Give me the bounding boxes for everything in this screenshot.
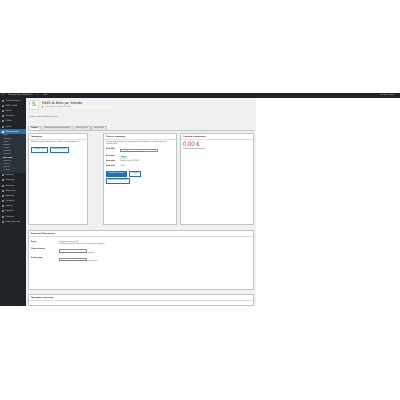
bottom-card: Προτιμήσεις αποστολής (28, 294, 254, 306)
woocommerce-submenu: Αρχική Παραγγελίες Πελάτες Αναφορές Ρυθμ… (0, 134, 26, 173)
users-icon (2, 205, 4, 208)
dashboard-icon (2, 99, 4, 102)
setting-row-enabled: Ενεργό Ενεργοποίηση αποστολής SMS Τα SMS… (31, 242, 251, 246)
balance-card: Υπόλοιπο λογαριασμού 0,00 € Φόρτωση πιστ… (180, 133, 254, 225)
status-label: Κατάσταση (106, 156, 115, 158)
setting-label: Κωδικός χώρας (31, 257, 43, 259)
payment-icon (2, 179, 4, 182)
connection-notice: Η σύνδεση με το Yuboto είναι ενεργή (42, 106, 112, 108)
date-value: Συνδέθηκε στις 12/10/2023 (120, 161, 140, 163)
status-badge: Ενεργό (120, 156, 127, 160)
setting-label: Όνομα αποστολέα (31, 249, 46, 250)
setting-desc: Προεπιλεγμένος κωδικός χώρας για τους αρ… (59, 261, 98, 263)
plugin-logo: S (29, 100, 39, 110)
setting-row-country: Κωδικός χώρας +30 Προεπιλεγμένος κωδικός… (31, 257, 251, 264)
setting-row-sender: Όνομα αποστολέα Yuboto Το όνομα αποστολέ… (31, 249, 251, 255)
media-icon (2, 115, 4, 118)
sender-label: Αποστολέας (106, 165, 116, 167)
plugin-header: S SMS Α-Μου με Yuboto Η σύνδεση με το Yu… (29, 100, 112, 110)
megaphone-icon (2, 189, 4, 192)
page-subtitle: Ρυθμίσεις αποστολής SMS μέσω Yuboto (29, 117, 58, 118)
chart-icon (2, 184, 4, 187)
save-changes-button[interactable]: Αποθήκευση αλλαγών (106, 171, 128, 177)
connect-button[interactable]: Σύνδεση Yuboto (31, 147, 49, 153)
disconnect-button[interactable]: Αποσύνδεση λογαριασμού (106, 178, 131, 184)
setting-desc: Τα SMS θα αποστέλλονται αυτόματα με την … (59, 244, 105, 245)
date-row: Ημερομηνία Συνδέθηκε στις 12/10/2023 (106, 161, 174, 163)
settings-card: Αποστολή Ειδοποιήσεων Ενεργό Ενεργοποίησ… (28, 230, 254, 290)
screen: Ⓦ Ελληνικό Site με WordPress 0 + Νέο Γει… (0, 0, 400, 400)
check-button[interactable]: Έλεγχος (129, 171, 141, 177)
charges-history-button[interactable]: Ιστορικό χρεώσεων (50, 147, 70, 153)
api-key-label: Κλειδί (API) (106, 148, 115, 150)
status-row: Κατάσταση Ενεργό (106, 156, 174, 160)
api-key-desc: Το κλειδί API του λογαριασμού Yuboto. (120, 152, 144, 154)
sms-icon (2, 104, 4, 107)
date-label: Ημερομηνία (106, 161, 116, 163)
brush-icon (2, 194, 4, 197)
collapse-icon (2, 220, 4, 223)
account-card: Ρόλο της εφαρμογής Συμπληρώστε τα στοιχε… (103, 133, 177, 225)
balance-amount: 0,00 € (183, 142, 200, 148)
bottom-card-title: Προτιμήσεις αποστολής (29, 295, 253, 301)
intro-card-text: Ελέγξτε τα στοιχεία σύνδεσης και το υπόλ… (31, 142, 80, 143)
archive-icon (2, 174, 4, 177)
page-title: SMS Α-Μου με Yuboto (42, 100, 83, 105)
admin-sidebar: Πίνακας Ελέγχου SMS Σε Web Άρθρα Πολυμέσ… (0, 98, 26, 306)
wrench-icon (2, 210, 4, 213)
page-icon (2, 120, 4, 123)
sender-row: Αποστολέας Yuboto (106, 166, 174, 168)
balance-desc[interactable]: Φόρτωση πιστωτικών μονάδων (183, 149, 251, 151)
intro-card: Παραμετροι Ελέγξτε τα στοιχεία σύνδεσης … (28, 133, 88, 225)
pin-icon (2, 109, 4, 112)
woocommerce-icon (2, 130, 4, 133)
sender-value: Yuboto (120, 165, 125, 167)
menu-item-collapse[interactable]: Σύμπτυξη μενού (0, 219, 26, 224)
setting-desc: Το όνομα αποστολέα που θα εμφανίζεται στ… (59, 252, 96, 254)
plugin-header-text: SMS Α-Μου με Yuboto Η σύνδεση με το Yubo… (42, 100, 112, 108)
plugin-icon (2, 200, 4, 203)
account-card-text: Συμπληρώστε τα στοιχεία του λογαριασμού … (106, 142, 167, 146)
admin-bar-greeting[interactable]: Γεια σου, admin (380, 93, 394, 98)
comment-icon (2, 125, 4, 128)
setting-label: Ενεργό (31, 242, 37, 243)
api-key-row: Κλειδί (API) •••••••••••••••• Το κλειδί … (106, 148, 174, 155)
settings-icon (2, 215, 4, 218)
